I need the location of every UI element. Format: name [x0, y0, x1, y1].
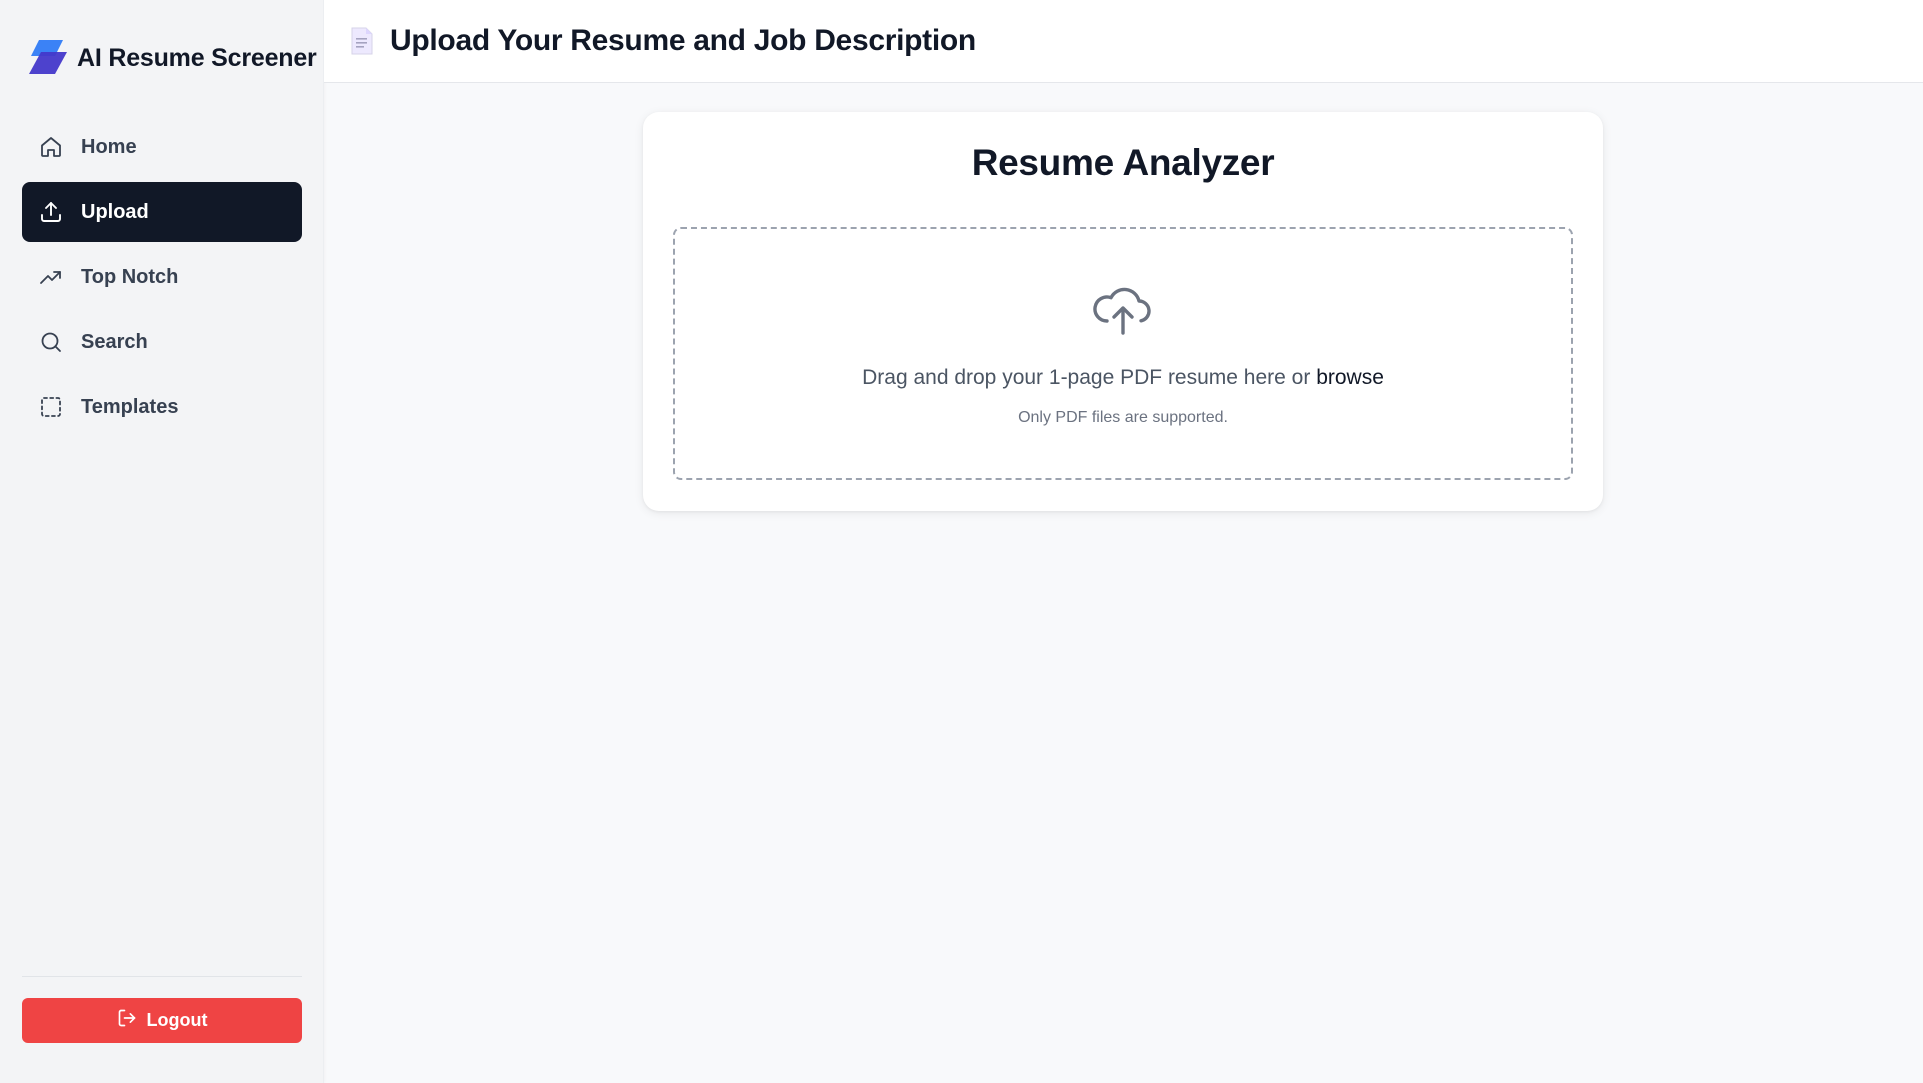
dashed-square-icon [38, 394, 64, 420]
cloud-upload-icon [1093, 287, 1151, 335]
brand-name: AI Resume Screener [77, 43, 317, 72]
sidebar-item-label: Top Notch [81, 265, 179, 288]
card-title: Resume Analyzer [971, 142, 1275, 183]
sidebar-divider [22, 976, 302, 977]
resume-dropzone[interactable]: Drag and drop your 1-page PDF resume her… [673, 227, 1573, 480]
sidebar-item-search[interactable]: Search [22, 312, 302, 372]
brand-logo-icon [29, 40, 67, 74]
logout-icon [117, 1008, 137, 1033]
sidebar-item-label: Home [81, 135, 137, 158]
browse-link[interactable]: browse [1316, 366, 1384, 389]
sidebar-item-label: Search [81, 330, 148, 353]
sidebar-item-home[interactable]: Home [22, 117, 302, 177]
brand[interactable]: AI Resume Screener [25, 38, 317, 78]
sidebar-item-label: Templates [81, 395, 179, 418]
logout-button[interactable]: Logout [22, 998, 302, 1043]
sidebar-item-upload[interactable]: Upload [22, 182, 302, 242]
trending-up-icon [38, 264, 64, 290]
document-icon [351, 27, 373, 55]
dropzone-text: Drag and drop your 1-page PDF resume her… [862, 366, 1317, 389]
home-icon [38, 134, 64, 160]
sidebar-item-templates[interactable]: Templates [22, 377, 302, 437]
page-header: Upload Your Resume and Job Description [324, 0, 1923, 83]
search-icon [38, 329, 64, 355]
sidebar-item-top-notch[interactable]: Top Notch [22, 247, 302, 307]
dropzone-instructions: Drag and drop your 1-page PDF resume her… [675, 366, 1571, 390]
resume-analyzer-card: Resume Analyzer Drag and drop your 1-pag… [643, 112, 1603, 511]
sidebar-nav: Home Upload Top Notch Search Templates [22, 117, 302, 442]
dropzone-hint: Only PDF files are supported. [1018, 409, 1228, 426]
sidebar: AI Resume Screener Home Upload Top Notch… [0, 0, 324, 1083]
upload-icon [38, 199, 64, 225]
page-title: Upload Your Resume and Job Description [390, 24, 976, 57]
sidebar-item-label: Upload [81, 200, 149, 223]
logout-label: Logout [146, 1010, 208, 1030]
